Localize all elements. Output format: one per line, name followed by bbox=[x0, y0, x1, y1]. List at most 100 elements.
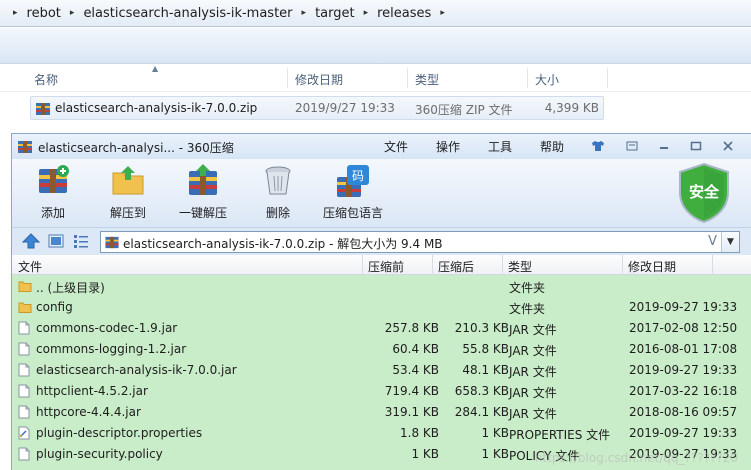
address-bar: elasticsearch-analysis-ik-7.0.0.zip - 解包… bbox=[12, 227, 751, 255]
column-header-type[interactable]: 类型 bbox=[415, 71, 439, 88]
file-type: 文件夹 bbox=[509, 302, 546, 316]
file-name: plugin-descriptor.properties bbox=[36, 426, 203, 440]
file-icon bbox=[18, 405, 30, 422]
file-compressed-size: 1 KB bbox=[481, 426, 509, 440]
file-type: JAR 文件 bbox=[509, 344, 557, 358]
menu-help[interactable]: 帮助 bbox=[540, 138, 564, 155]
breadcrumb-item-rebot[interactable]: rebot bbox=[23, 6, 65, 21]
file-row[interactable]: config 文件夹 2019-09-27 19:33 bbox=[12, 297, 751, 318]
column-divider[interactable] bbox=[712, 255, 713, 275]
delete-label: 删除 bbox=[265, 206, 290, 220]
archive-comment-button[interactable]: 码 压缩包语言 bbox=[318, 163, 388, 221]
explorer-column-header: ▲ 名称 修改日期 类型 大小 bbox=[0, 64, 751, 92]
file-original-size: 1 KB bbox=[411, 447, 439, 461]
one-click-extract-button[interactable]: 一键解压 bbox=[168, 163, 238, 221]
one-click-extract-label: 一键解压 bbox=[178, 206, 227, 220]
file-name: config bbox=[36, 300, 73, 314]
file-compressed-size: 48.1 KB bbox=[462, 363, 509, 377]
menu-dropdown-icon[interactable] bbox=[621, 137, 643, 155]
column-header-size[interactable]: 大小 bbox=[535, 71, 559, 88]
title-bar[interactable]: elasticsearch-analysi... - 360压缩 文件 操作 工… bbox=[12, 134, 751, 159]
file-name: commons-logging-1.2.jar bbox=[36, 342, 187, 356]
column-header-compressed-size[interactable]: 压缩后 bbox=[438, 258, 474, 275]
path-field[interactable]: elasticsearch-analysis-ik-7.0.0.zip - 解包… bbox=[100, 231, 740, 253]
menu-file[interactable]: 文件 bbox=[384, 138, 408, 155]
zip-file-icon bbox=[35, 101, 51, 120]
column-divider[interactable] bbox=[407, 68, 408, 88]
extract-to-button[interactable]: 解压到 bbox=[93, 163, 163, 221]
file-modified: 2017-02-08 12:50 bbox=[629, 321, 738, 335]
one-click-extract-icon bbox=[189, 164, 217, 195]
explorer-file-row[interactable]: elasticsearch-analysis-ik-7.0.0.zip 2019… bbox=[30, 96, 604, 120]
column-divider[interactable] bbox=[287, 68, 288, 88]
file-type: PROPERTIES 文件 bbox=[509, 428, 611, 442]
file-original-size: 719.4 KB bbox=[384, 384, 439, 398]
file-compressed-size: 658.3 KB bbox=[454, 384, 509, 398]
file-compressed-size: 210.3 KB bbox=[454, 321, 509, 335]
breadcrumb-item-project[interactable]: elasticsearch-analysis-ik-master bbox=[79, 6, 296, 21]
column-header-name[interactable]: 文件 bbox=[18, 258, 42, 275]
column-divider[interactable] bbox=[362, 255, 363, 275]
file-modified: 2018-08-16 09:57 bbox=[629, 405, 738, 419]
column-divider[interactable] bbox=[432, 255, 433, 275]
toolbar: 添加 解压到 一键解压 删除 码 压缩包语言 bbox=[12, 159, 751, 227]
chevron-right-icon[interactable]: ▸ bbox=[435, 8, 450, 18]
column-divider[interactable] bbox=[607, 68, 608, 88]
chevron-right-icon[interactable]: ▸ bbox=[65, 8, 80, 18]
column-divider[interactable] bbox=[527, 68, 528, 88]
svg-text:码: 码 bbox=[352, 169, 364, 183]
menu-operate[interactable]: 操作 bbox=[436, 138, 460, 155]
watermark-text: https://blog.csdn.net/qq_??????20 bbox=[534, 451, 738, 465]
properties-file-icon bbox=[18, 426, 30, 443]
file-modified: 2016-08-01 17:08 bbox=[629, 342, 738, 356]
file-row[interactable]: elasticsearch-analysis-ik-7.0.0.jar 53.4 … bbox=[12, 360, 751, 381]
file-icon bbox=[18, 321, 30, 338]
file-compressed-size: 1 KB bbox=[481, 447, 509, 461]
file-type: 文件夹 bbox=[509, 281, 546, 295]
folder-up-icon bbox=[18, 279, 32, 296]
chevron-right-icon[interactable]: ▸ bbox=[359, 8, 374, 18]
file-name: .. (上级目录) bbox=[36, 281, 105, 295]
file-modified: 2019-09-27 19:33 bbox=[629, 300, 738, 314]
up-arrow-icon[interactable] bbox=[21, 233, 41, 252]
file-icon bbox=[18, 384, 30, 401]
breadcrumb-item-target[interactable]: target bbox=[311, 6, 359, 21]
trash-icon bbox=[265, 166, 291, 195]
add-archive-icon bbox=[39, 165, 69, 193]
file-row[interactable]: plugin-descriptor.properties 1.8 KB 1 KB PR… bbox=[12, 423, 751, 444]
file-row[interactable]: commons-codec-1.9.jar 257.8 KB 210.3 KB JAR… bbox=[12, 318, 751, 339]
file-row[interactable]: httpclient-4.5.2.jar 719.4 KB 658.3 KB JAR … bbox=[12, 381, 751, 402]
explorer-file-name: elasticsearch-analysis-ik-7.0.0.zip bbox=[55, 101, 258, 115]
add-button[interactable]: 添加 bbox=[18, 163, 88, 221]
breadcrumb-item-releases[interactable]: releases bbox=[373, 6, 435, 21]
path-v-marker: V bbox=[708, 234, 717, 249]
file-row[interactable]: .. (上级目录) 文件夹 bbox=[12, 276, 751, 297]
file-list-header: 文件 压缩前 压缩后 类型 修改日期 bbox=[12, 255, 751, 275]
column-divider[interactable] bbox=[502, 255, 503, 275]
close-icon[interactable] bbox=[717, 137, 739, 155]
minimize-icon[interactable] bbox=[653, 137, 675, 155]
file-type: JAR 文件 bbox=[509, 323, 557, 337]
view-thumbnail-icon[interactable] bbox=[48, 233, 64, 252]
menu-tools[interactable]: 工具 bbox=[488, 138, 512, 155]
file-name: httpcore-4.4.4.jar bbox=[36, 405, 141, 419]
skin-shirt-icon[interactable] bbox=[587, 137, 609, 155]
file-row[interactable]: commons-logging-1.2.jar 60.4 KB 55.8 KB JAR… bbox=[12, 339, 751, 360]
column-divider[interactable] bbox=[622, 255, 623, 275]
column-header-modified[interactable]: 修改日期 bbox=[295, 71, 343, 88]
file-list: 文件 压缩前 压缩后 类型 修改日期 .. (上级目录) 文件夹 config 文件夹… bbox=[12, 255, 751, 470]
security-shield-icon[interactable]: 安全 bbox=[676, 162, 732, 227]
chevron-down-icon[interactable]: ▼ bbox=[721, 232, 739, 252]
file-type: JAR 文件 bbox=[509, 407, 557, 421]
file-icon bbox=[18, 342, 30, 359]
column-header-modified[interactable]: 修改日期 bbox=[628, 258, 676, 275]
column-header-original-size[interactable]: 压缩前 bbox=[368, 258, 404, 275]
column-header-name[interactable]: 名称 bbox=[34, 71, 58, 88]
chevron-right-icon[interactable]: ▸ bbox=[297, 8, 312, 18]
column-header-type[interactable]: 类型 bbox=[508, 258, 532, 275]
file-row[interactable]: httpcore-4.4.4.jar 319.1 KB 284.1 KB JAR 文件… bbox=[12, 402, 751, 423]
view-list-icon[interactable] bbox=[73, 233, 89, 252]
delete-button[interactable]: 删除 bbox=[243, 163, 313, 221]
file-icon bbox=[18, 447, 30, 464]
maximize-icon[interactable] bbox=[685, 137, 707, 155]
